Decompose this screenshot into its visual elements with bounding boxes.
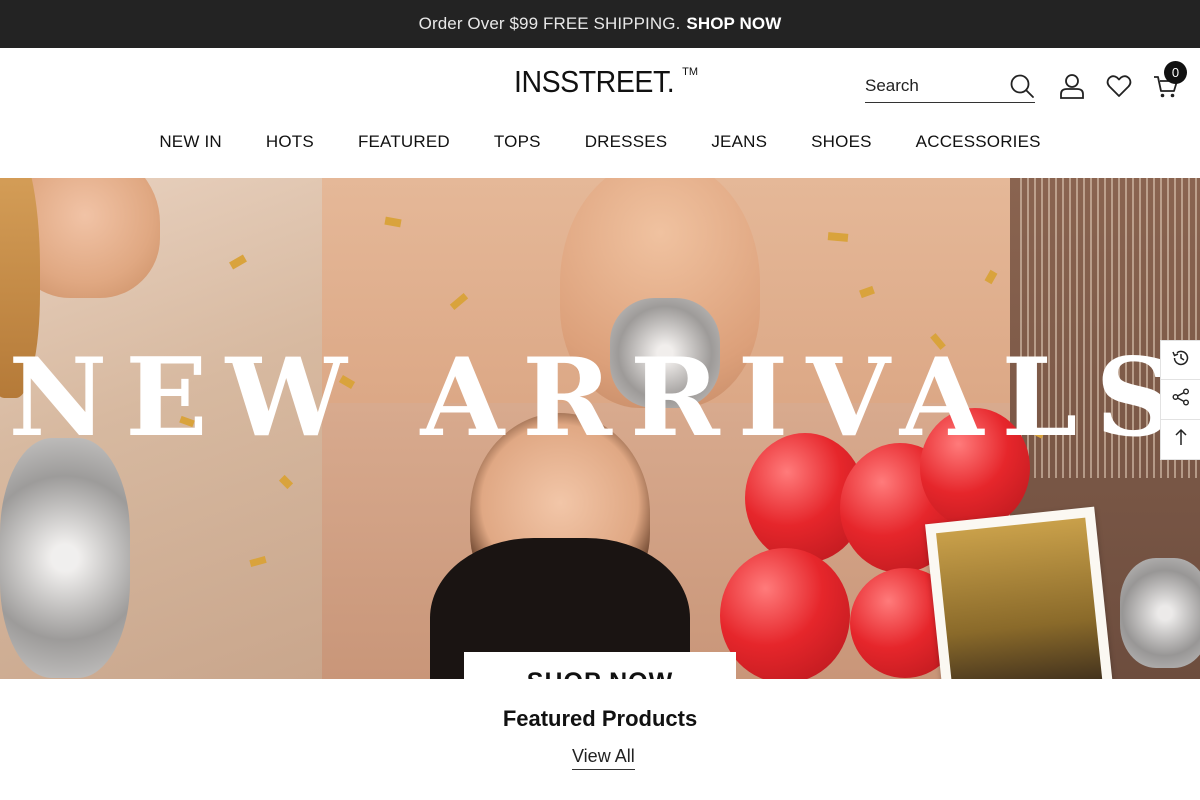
- logo-text: INSSTREET.: [514, 64, 675, 99]
- announcement-message: Order Over $99 FREE SHIPPING.: [418, 14, 681, 33]
- logo-trademark: TM: [682, 66, 699, 78]
- history-icon: [1171, 348, 1191, 373]
- main-nav: NEW IN HOTS FEATURED TOPS DRESSES JEANS …: [0, 132, 1200, 156]
- cart-count-badge: 0: [1164, 61, 1187, 84]
- hero-polaroid-image: [936, 517, 1103, 679]
- announcement-bar: Order Over $99 FREE SHIPPING. SHOP NOW: [0, 0, 1200, 48]
- back-to-top-button[interactable]: [1160, 420, 1200, 460]
- heart-icon[interactable]: [1105, 72, 1133, 100]
- nav-item-jeans[interactable]: JEANS: [711, 132, 767, 156]
- hero-sequin-right: [1120, 558, 1200, 668]
- hero-sequin-dress-left: [0, 438, 130, 678]
- site-logo[interactable]: INSSTREET. TM: [514, 64, 698, 100]
- arrow-up-icon: [1171, 427, 1191, 452]
- nav-item-tops[interactable]: TOPS: [494, 132, 541, 156]
- search-input[interactable]: [865, 76, 1005, 96]
- search-bar: [865, 70, 1035, 103]
- hero-shop-now-button[interactable]: SHOP NOW: [464, 652, 736, 679]
- hero-confetti: [827, 232, 849, 242]
- share-button[interactable]: [1160, 380, 1200, 420]
- nav-item-shoes[interactable]: SHOES: [811, 132, 872, 156]
- nav-item-featured[interactable]: FEATURED: [358, 132, 450, 156]
- site-header: INSSTREET. TM 0 NEW IN HOTS FEATURED TOP…: [0, 48, 1200, 178]
- hero-title: NEW ARRIVALS: [8, 335, 1192, 461]
- view-all-link[interactable]: View All: [572, 746, 635, 770]
- announcement-shop-now-link[interactable]: SHOP NOW: [686, 14, 781, 34]
- user-icon[interactable]: [1058, 72, 1086, 100]
- featured-products-title: Featured Products: [502, 706, 698, 731]
- side-toolbar: [1160, 340, 1200, 460]
- nav-item-new-in[interactable]: NEW IN: [159, 132, 222, 156]
- nav-item-dresses[interactable]: DRESSES: [585, 132, 668, 156]
- hero-polaroid-photo: [925, 506, 1113, 679]
- recently-viewed-button[interactable]: [1160, 340, 1200, 380]
- nav-item-accessories[interactable]: ACCESSORIES: [916, 132, 1041, 156]
- hero-balloon: [720, 548, 850, 679]
- share-icon: [1171, 387, 1191, 412]
- hero-banner[interactable]: NEW ARRIVALS SHOP NOW: [0, 178, 1200, 679]
- nav-item-hots[interactable]: HOTS: [266, 132, 314, 156]
- search-icon[interactable]: [1009, 73, 1035, 99]
